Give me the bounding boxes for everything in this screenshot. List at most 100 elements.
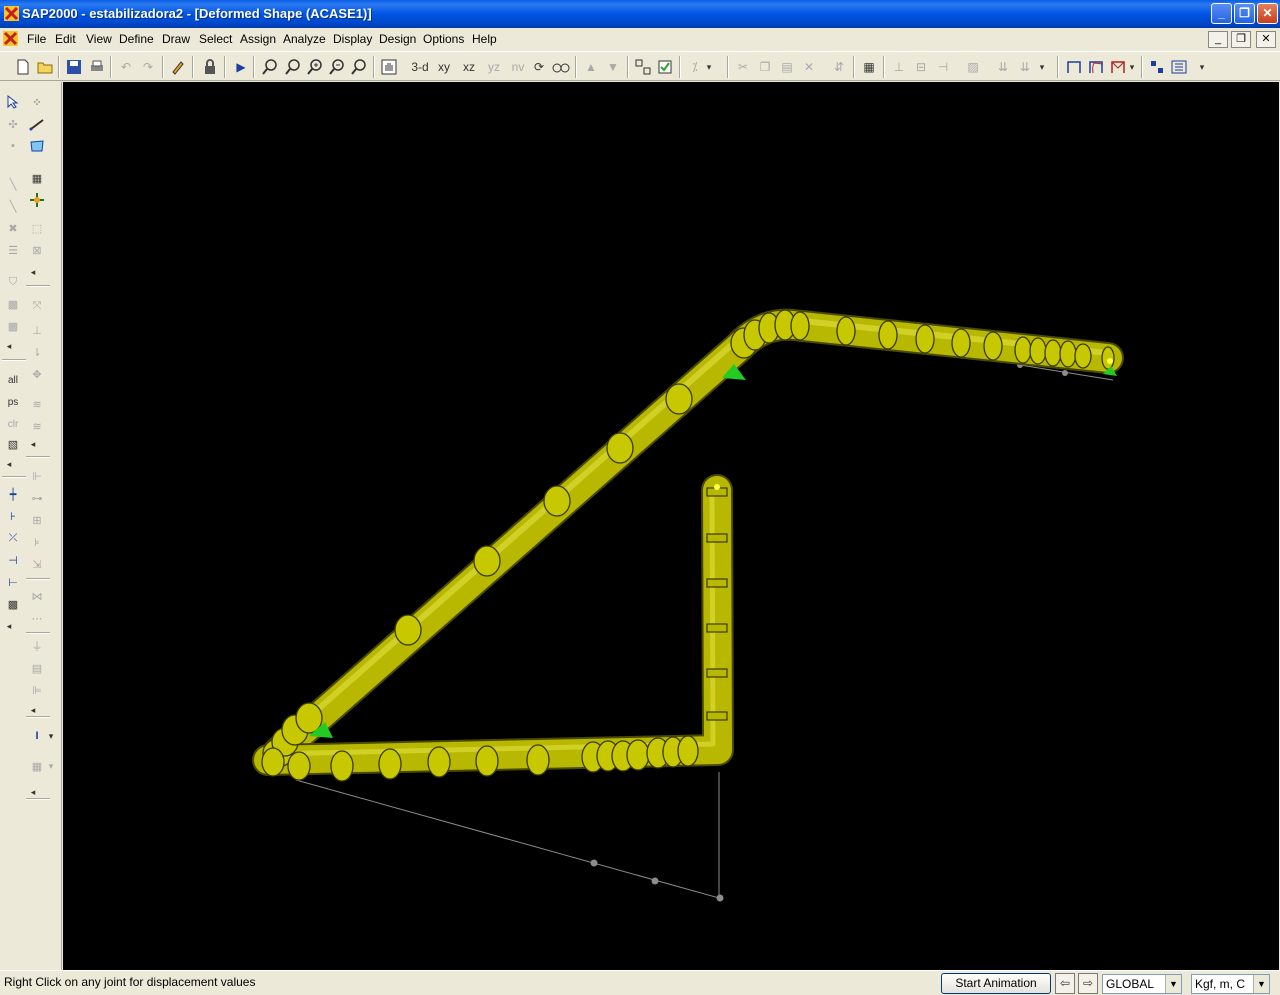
undo-icon[interactable]: ↶ <box>116 57 136 77</box>
minimize-button[interactable]: _ <box>1211 3 1232 24</box>
start-animation-button[interactable]: Start Animation <box>941 973 1051 994</box>
snap-midpoint-icon[interactable]: ⬚ <box>27 218 47 238</box>
intersect-tool-icon[interactable]: ┿ <box>3 484 23 504</box>
deformed-shape-canvas[interactable] <box>63 82 1279 970</box>
zoom-previous-icon[interactable] <box>349 57 369 77</box>
expand-arrow-icon[interactable]: ◂ <box>27 262 39 282</box>
expand-arrow-icon[interactable]: ◂ <box>3 454 15 474</box>
menu-design[interactable]: Design <box>379 32 416 46</box>
pencil-icon[interactable] <box>168 57 188 77</box>
close-button[interactable]: ✕ <box>1257 3 1278 24</box>
menu-assign[interactable]: Assign <box>240 32 276 46</box>
next-mode-arrow-icon[interactable]: ⇨ <box>1078 973 1098 994</box>
zoom-in-icon[interactable] <box>305 57 325 77</box>
model-viewport[interactable] <box>63 82 1279 970</box>
area-tool-icon[interactable]: ▩ <box>3 294 23 314</box>
grid-snap-icon[interactable]: ▦ <box>27 168 47 188</box>
new-model-icon[interactable] <box>13 57 33 77</box>
deformed-shape-icon[interactable] <box>1086 57 1106 77</box>
restraint-tool-icon[interactable]: ⊥ <box>27 320 47 340</box>
lock-icon[interactable] <box>200 57 220 77</box>
view-yz-button[interactable]: yz <box>483 57 505 77</box>
joint-assign-icon[interactable]: ⊥ <box>889 57 909 77</box>
zoom-out-icon[interactable] <box>327 57 347 77</box>
local-axes-icon[interactable]: ⇲ <box>27 554 47 574</box>
ruler-tool-icon[interactable]: ⊫ <box>27 680 47 700</box>
dim-tool-icon[interactable]: ⊧ <box>27 532 47 552</box>
mdi-minimize-button[interactable]: _ <box>1208 31 1228 48</box>
design-steel-icon[interactable] <box>1147 57 1167 77</box>
diagonal-tool-icon[interactable]: ⤫ <box>3 528 23 548</box>
expand-arrow-icon[interactable]: ◂ <box>27 434 39 454</box>
menu-display[interactable]: Display <box>333 32 372 46</box>
document-system-icon[interactable] <box>3 31 18 46</box>
divide-tool-icon[interactable]: ⊦ <box>3 506 23 526</box>
menu-select[interactable]: Select <box>199 32 232 46</box>
load-assign-icon[interactable]: ⇊ <box>993 57 1013 77</box>
run-analysis-icon[interactable]: ▶ <box>231 57 251 77</box>
move-down-icon[interactable]: ▼ <box>603 57 623 77</box>
dropdown-arrow-icon[interactable]: ▾ <box>1126 57 1138 77</box>
undeformed-shape-icon[interactable] <box>1064 57 1084 77</box>
menu-file[interactable]: File <box>27 32 46 46</box>
dropdown-arrow-icon[interactable]: ▾ <box>1196 57 1208 77</box>
copy-icon[interactable]: ❐ <box>755 57 775 77</box>
delete-icon[interactable]: ✕ <box>799 57 819 77</box>
frame-section-icon[interactable]: ⊞ <box>27 510 47 530</box>
snap-axes-icon[interactable] <box>27 190 47 210</box>
show-shadow-icon[interactable]: ⁒ <box>685 57 705 77</box>
print-icon[interactable] <box>87 57 107 77</box>
set-display-options-icon[interactable] <box>633 57 653 77</box>
coord-system-select[interactable]: GLOBAL ▼ <box>1102 974 1182 994</box>
grid-icon[interactable]: ▦ <box>859 57 879 77</box>
link-tool-icon[interactable]: ⋯ <box>27 608 47 628</box>
clear-selection-button[interactable]: clr <box>2 414 24 434</box>
view-3d-button[interactable]: 3-d <box>409 57 431 77</box>
shield-tool-icon[interactable]: ⛉ <box>3 272 23 292</box>
checkbox-options-icon[interactable] <box>655 57 675 77</box>
frame-release-icon[interactable]: ⊶ <box>27 488 47 508</box>
move-tool-icon[interactable]: ⤧ <box>27 296 47 316</box>
snap-intersection-icon[interactable]: ⊠ <box>27 240 47 260</box>
shading-tool-icon[interactable]: ▦ <box>27 756 47 776</box>
reshape-icon[interactable]: ✣ <box>3 114 23 134</box>
joint-divide-icon[interactable]: ⊣ <box>3 550 23 570</box>
units-select[interactable]: Kgf, m, C ▼ <box>1191 974 1270 994</box>
area-assign-icon[interactable]: ▨ <box>963 57 983 77</box>
load-tool-icon[interactable]: ⊩ <box>27 466 47 486</box>
menu-analyze[interactable]: Analyze <box>283 32 326 46</box>
mdi-restore-button[interactable]: ❐ <box>1231 31 1251 48</box>
perspective-glasses-icon[interactable] <box>551 57 571 77</box>
line-tool-2-icon[interactable]: ╲ <box>3 196 23 216</box>
cross-tool-icon[interactable]: ✖ <box>3 218 23 238</box>
mesh-tool-icon[interactable]: ▩ <box>3 594 23 614</box>
design-concrete-icon[interactable] <box>1169 57 1189 77</box>
view-xz-button[interactable]: xz <box>458 57 480 77</box>
section-cut-icon[interactable]: I <box>27 726 47 746</box>
zoom-restore-icon[interactable] <box>283 57 303 77</box>
surface-tool-icon[interactable]: ▤ <box>27 658 47 678</box>
spring-tool-2-icon[interactable]: ≋ <box>27 416 47 436</box>
menu-help[interactable]: Help <box>472 32 497 46</box>
move-up-icon[interactable]: ▲ <box>581 57 601 77</box>
redo-icon[interactable]: ↷ <box>138 57 158 77</box>
menu-view[interactable]: View <box>86 32 112 46</box>
load-distributed-icon[interactable]: ⇊ <box>1015 57 1035 77</box>
pan-hand-icon[interactable] <box>379 57 399 77</box>
frame-assign-icon[interactable]: ⊟ <box>911 57 931 77</box>
select-previous-button[interactable]: ps <box>2 392 24 412</box>
select-all-button[interactable]: all <box>2 370 24 390</box>
list-tool-icon[interactable]: ☰ <box>3 240 23 260</box>
support-tool-icon[interactable]: ⇂ <box>27 342 47 362</box>
area-tool-2-icon[interactable]: ▩ <box>3 316 23 336</box>
mdi-close-button[interactable]: ✕ <box>1256 31 1276 48</box>
spring-tool-icon[interactable]: ≋ <box>27 394 47 414</box>
replicate-icon[interactable]: ⇵ <box>829 57 849 77</box>
release-assign-icon[interactable]: ⊣ <box>933 57 953 77</box>
zoom-window-icon[interactable] <box>260 57 280 77</box>
line-tool-icon[interactable]: ╲ <box>3 174 23 194</box>
draw-area-icon[interactable] <box>27 136 47 156</box>
member-forces-icon[interactable] <box>1108 57 1128 77</box>
menu-options[interactable]: Options <box>423 32 464 46</box>
joint-tool-icon[interactable]: ✥ <box>27 364 47 384</box>
